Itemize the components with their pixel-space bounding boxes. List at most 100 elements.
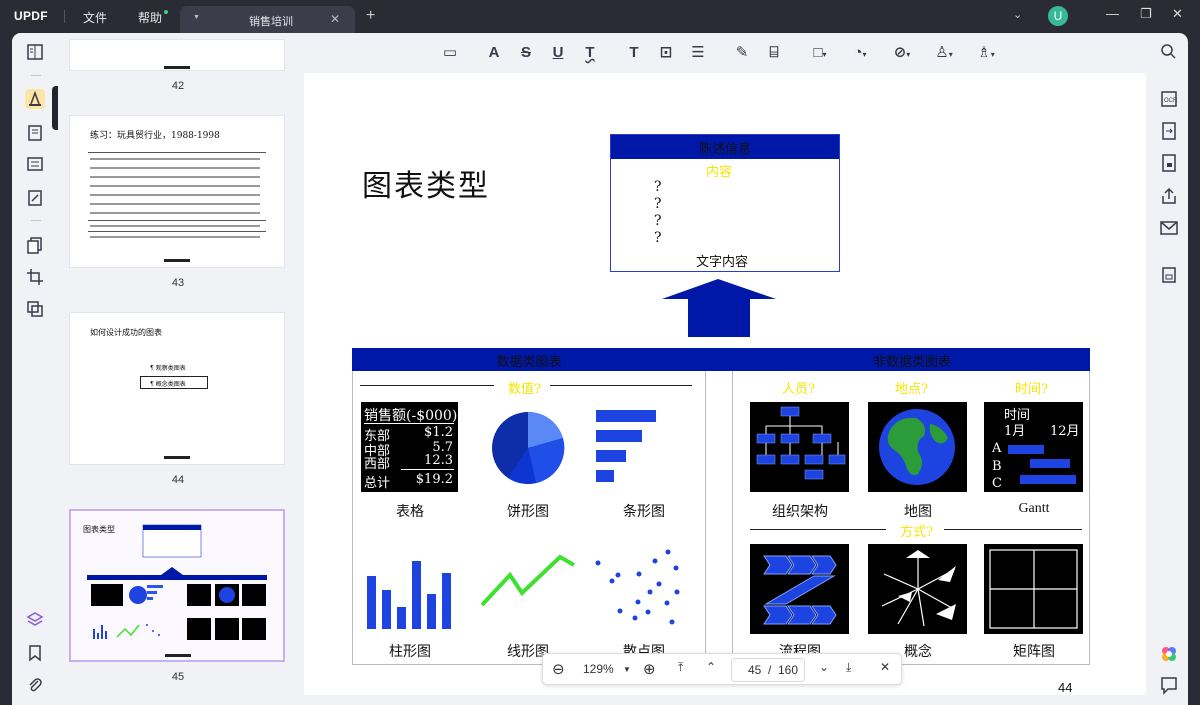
page-footer-number: 44 [1058,680,1073,695]
matrix-graphic [984,544,1083,634]
page-number-label: 45 [171,671,185,683]
document-tab[interactable]: ▼ 销售培训 ✕ [180,6,355,33]
crop-icon[interactable] [25,267,45,287]
first-page-icon[interactable]: ⤒ [678,660,683,675]
fill-sign-icon[interactable] [25,188,45,208]
reader-icon[interactable] [25,42,45,62]
text-callout-icon[interactable]: ☰ [688,43,708,63]
edit-icon[interactable] [25,123,45,143]
menu-help[interactable]: 帮助 [138,9,162,26]
stamp-icon[interactable]: ♙▾ [934,43,954,63]
pdf-page: 图表类型 陈述信息 内容 ? ? ? ? 文字内容 数据类图表 非数据类图表 数… [304,73,1146,695]
page-thumbnail-44[interactable]: 如何设计成功的图表 ¶ 观察类图表 ¶ 概念类图表 [69,312,285,465]
close-window-icon[interactable]: ✕ [1172,6,1183,22]
pie-chart-graphic [492,411,565,484]
attachment-icon[interactable] [25,675,45,695]
thumb-title: 练习：玩具贸行业，1988-1998 [90,131,220,141]
save-icon[interactable] [1158,264,1180,286]
bar-chart-graphic [596,410,656,482]
bookmark-icon[interactable] [25,643,45,663]
search-icon[interactable] [1158,41,1180,63]
strikethrough-icon[interactable]: S [516,43,536,63]
pencil-icon[interactable]: ✎ [732,43,752,63]
thumbnail-panel: 42 练习：玩具贸行业，1988-1998 43 如何设计成功的图表 ¶ 观察类… [58,33,298,705]
email-icon[interactable] [1158,217,1180,239]
next-page-icon[interactable]: ⌄ [819,660,829,674]
last-page-icon[interactable]: ⤓ [846,660,851,675]
label-pie: 饼形图 [507,504,549,520]
table-cell: $19.2 [415,472,453,487]
attachment-icon[interactable]: ⊘▾ [892,43,912,63]
close-tab-icon[interactable]: ✕ [330,12,340,26]
non-data-charts-header: 非数据类图表 [872,355,951,370]
rule [360,385,494,386]
text-icon[interactable]: T [624,43,644,63]
label-gantt: Gantt [1018,501,1050,516]
line-chart-graphic [480,554,575,607]
tab-title: 销售培训 [249,16,293,28]
layers-icon[interactable] [25,610,45,630]
sticker-icon[interactable]: ◔▾ [850,43,870,63]
table-head: 销售额(-$000) [364,408,458,424]
note-icon[interactable]: ▭ [440,43,460,63]
zoom-level[interactable]: 129% [583,662,614,676]
ai-assistant-icon[interactable] [1158,643,1180,665]
total-pages: 160 [778,663,799,677]
right-rail: OCR [1152,33,1188,705]
prev-page-icon[interactable]: ⌃ [706,660,716,674]
zoom-in-icon[interactable]: ⊕ [643,660,656,678]
share-icon[interactable] [1158,185,1180,207]
divider [31,75,41,76]
rule [364,423,454,424]
value-question: 数值? [508,382,541,397]
comment-icon[interactable] [25,89,45,109]
highlight-icon[interactable]: A [484,43,504,63]
new-tab-icon[interactable]: + [366,7,375,25]
compare-icon[interactable] [25,299,45,319]
page-number-label: 44 [171,474,185,486]
gantt-bar [1008,445,1044,454]
avatar[interactable]: U [1048,6,1068,26]
page-number-label: 42 [171,80,185,92]
signature-icon[interactable]: ♗▾ [976,43,996,63]
page-thumbnail-43[interactable]: 练习：玩具贸行业，1988-1998 [69,115,285,268]
organize-pages-icon[interactable] [25,235,45,255]
menu-file[interactable]: 文件 [83,9,107,26]
label-matrix: 矩阵图 [1013,644,1055,660]
convert-icon[interactable] [1158,120,1180,142]
page-thumbnail-45[interactable]: 图表类型 [69,509,285,662]
thumb-line: ¶ 观察类图表 [150,365,186,372]
restore-icon[interactable]: ❐ [1140,6,1152,22]
column-chart-graphic [367,561,451,629]
squiggly-icon[interactable]: T [580,43,600,63]
textbox-icon[interactable]: ⊡ [656,43,676,63]
eraser-icon[interactable]: ⌸ [764,43,784,63]
content-label: 内容 [706,165,733,180]
comment-list-icon[interactable] [1158,674,1180,696]
label-map: 地图 [904,504,932,520]
protect-icon[interactable] [1158,152,1180,174]
underline-icon[interactable]: U [548,43,568,63]
gantt-row-a: A [992,441,1002,456]
ocr-icon[interactable]: OCR [1158,88,1180,110]
svg-text:OCR: OCR [1164,98,1178,104]
page-thumbnail-42[interactable] [69,39,285,71]
tab-menu-icon[interactable]: ▼ [193,14,200,21]
page-separator: / [768,663,772,677]
minimize-icon[interactable]: — [1106,6,1119,21]
close-icon[interactable]: ✕ [880,660,890,674]
notification-dot [164,10,168,14]
app-logo: UPDF [14,9,48,23]
shape-icon[interactable]: □▾ [810,43,830,63]
page-number-label: 43 [171,277,185,289]
question-mark: ? [654,230,662,246]
data-charts-header: 数据类图表 [496,355,562,370]
form-icon[interactable] [25,154,45,174]
arrow-up-graphic [662,279,776,337]
page-input[interactable]: 45 / 160 [731,658,805,682]
table-cell: 12.3 [424,453,453,468]
chevron-down-icon[interactable]: ⌄ [1013,8,1022,21]
zoom-out-icon[interactable]: ⊖ [552,660,565,678]
table-cell: 总计 [364,476,391,491]
zoom-dropdown-icon[interactable]: ▼ [623,665,631,674]
